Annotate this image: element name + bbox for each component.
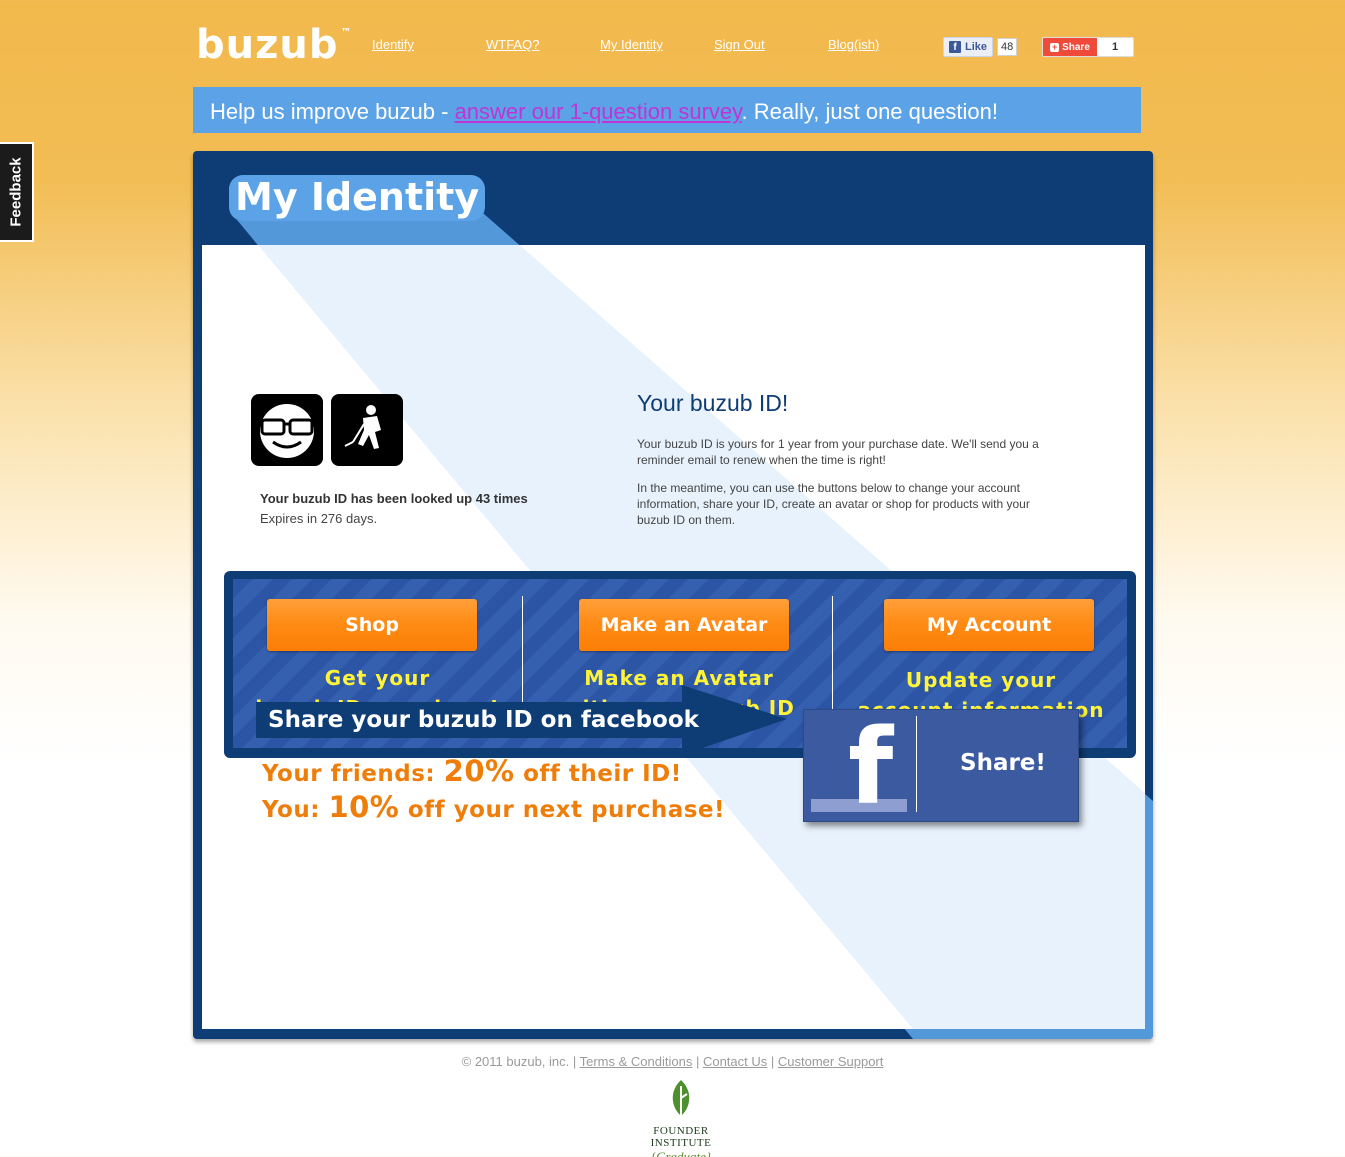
- share-widget[interactable]: + Share 1: [1042, 37, 1134, 57]
- buzub-id-paragraph-2: In the meantime, you can use the buttons…: [637, 481, 1030, 527]
- you-prefix: You:: [262, 797, 329, 823]
- trademark-mark: ™: [340, 26, 353, 39]
- feedback-tab[interactable]: Feedback: [0, 142, 34, 242]
- shop-caption-line-1: Get your: [324, 666, 431, 690]
- survey-suffix: . Really, just one question!: [741, 99, 998, 124]
- nav-my-identity[interactable]: My Identity: [600, 37, 663, 52]
- you-percent: 10%: [328, 790, 400, 824]
- facebook-share-button[interactable]: f Share!: [803, 709, 1079, 822]
- friends-discount: Your friends: 20% off their ID!: [262, 754, 682, 788]
- smiley-glasses-icon: [260, 404, 314, 458]
- share-count: 1: [1097, 38, 1133, 56]
- copyright: © 2011 buzub, inc. |: [461, 1054, 580, 1069]
- facebook-f-icon: f: [848, 706, 894, 828]
- buzub-id-paragraph-1: Your buzub ID is yours for 1 year from y…: [637, 437, 1039, 467]
- survey-banner: Help us improve buzub - answer our 1-que…: [193, 87, 1141, 133]
- logo-text: buzub: [196, 22, 339, 68]
- plus-icon: +: [1050, 41, 1060, 52]
- my-account-button[interactable]: My Account: [884, 599, 1094, 651]
- buzub-logo[interactable]: buzub ™: [196, 22, 353, 68]
- footer-separator: |: [692, 1054, 703, 1069]
- footer: © 2011 buzub, inc. | Terms & Conditions …: [0, 1054, 1345, 1069]
- expiry-text: Expires in 276 days.: [260, 511, 378, 526]
- shop-button[interactable]: Shop: [267, 599, 477, 651]
- contact-link[interactable]: Contact Us: [703, 1054, 767, 1069]
- panel-content: Your buzub ID has been looked up 43 time…: [202, 245, 1145, 1029]
- nav-sign-out[interactable]: Sign Out: [714, 37, 765, 52]
- badge-name: FOUNDER INSTITUTE: [650, 1125, 712, 1149]
- share-label: Share: [1062, 41, 1090, 53]
- support-link[interactable]: Customer Support: [778, 1054, 884, 1069]
- identity-panel: My Identity Your buzub ID has been looke…: [193, 151, 1153, 1039]
- hockey-player-icon: [344, 405, 381, 449]
- like-label: Like: [965, 41, 988, 53]
- friends-percent: 20%: [443, 754, 515, 788]
- buzub-id-heading: Your buzub ID!: [637, 390, 789, 416]
- your-discount: You: 10% off your next purchase!: [262, 790, 725, 824]
- lookup-count: Your buzub ID has been looked up 43 time…: [260, 491, 528, 506]
- facebook-like-button[interactable]: f Like: [943, 37, 994, 57]
- account-caption-line-1: Update your: [905, 668, 1057, 692]
- make-avatar-button[interactable]: Make an Avatar: [579, 599, 789, 651]
- you-suffix: off your next purchase!: [399, 797, 726, 823]
- like-count: 48: [997, 38, 1018, 56]
- facebook-share-label: Share!: [960, 750, 1046, 776]
- survey-link[interactable]: answer our 1-question survey: [455, 99, 742, 124]
- share-button[interactable]: + Share: [1043, 38, 1097, 56]
- facebook-like-widget[interactable]: f Like 48: [943, 37, 1018, 57]
- survey-prefix: Help us improve buzub -: [210, 99, 455, 124]
- friends-suffix: off their ID!: [514, 761, 682, 787]
- facebook-icon: f: [949, 41, 961, 53]
- page-title: My Identity: [229, 175, 486, 221]
- nav-blog[interactable]: Blog(ish): [828, 37, 879, 52]
- leaf-icon: [672, 1080, 690, 1116]
- avatar-hockey[interactable]: [331, 394, 403, 466]
- founder-institute-badge[interactable]: FOUNDER INSTITUTE {Graduate}: [626, 1078, 736, 1157]
- terms-link[interactable]: Terms & Conditions: [580, 1054, 693, 1069]
- badge-subtitle: {Graduate}: [650, 1149, 712, 1157]
- nav-identify[interactable]: Identify: [372, 37, 414, 52]
- nav-wtfaq[interactable]: WTFAQ?: [486, 37, 539, 52]
- page-title-text: My Identity: [229, 175, 486, 221]
- friends-prefix: Your friends:: [262, 761, 444, 787]
- divider: [916, 716, 917, 812]
- footer-separator: |: [767, 1054, 778, 1069]
- avatar-glasses[interactable]: [251, 394, 323, 466]
- share-banner: Share your buzub ID on facebook: [256, 702, 709, 738]
- feedback-label: Feedback: [7, 157, 25, 227]
